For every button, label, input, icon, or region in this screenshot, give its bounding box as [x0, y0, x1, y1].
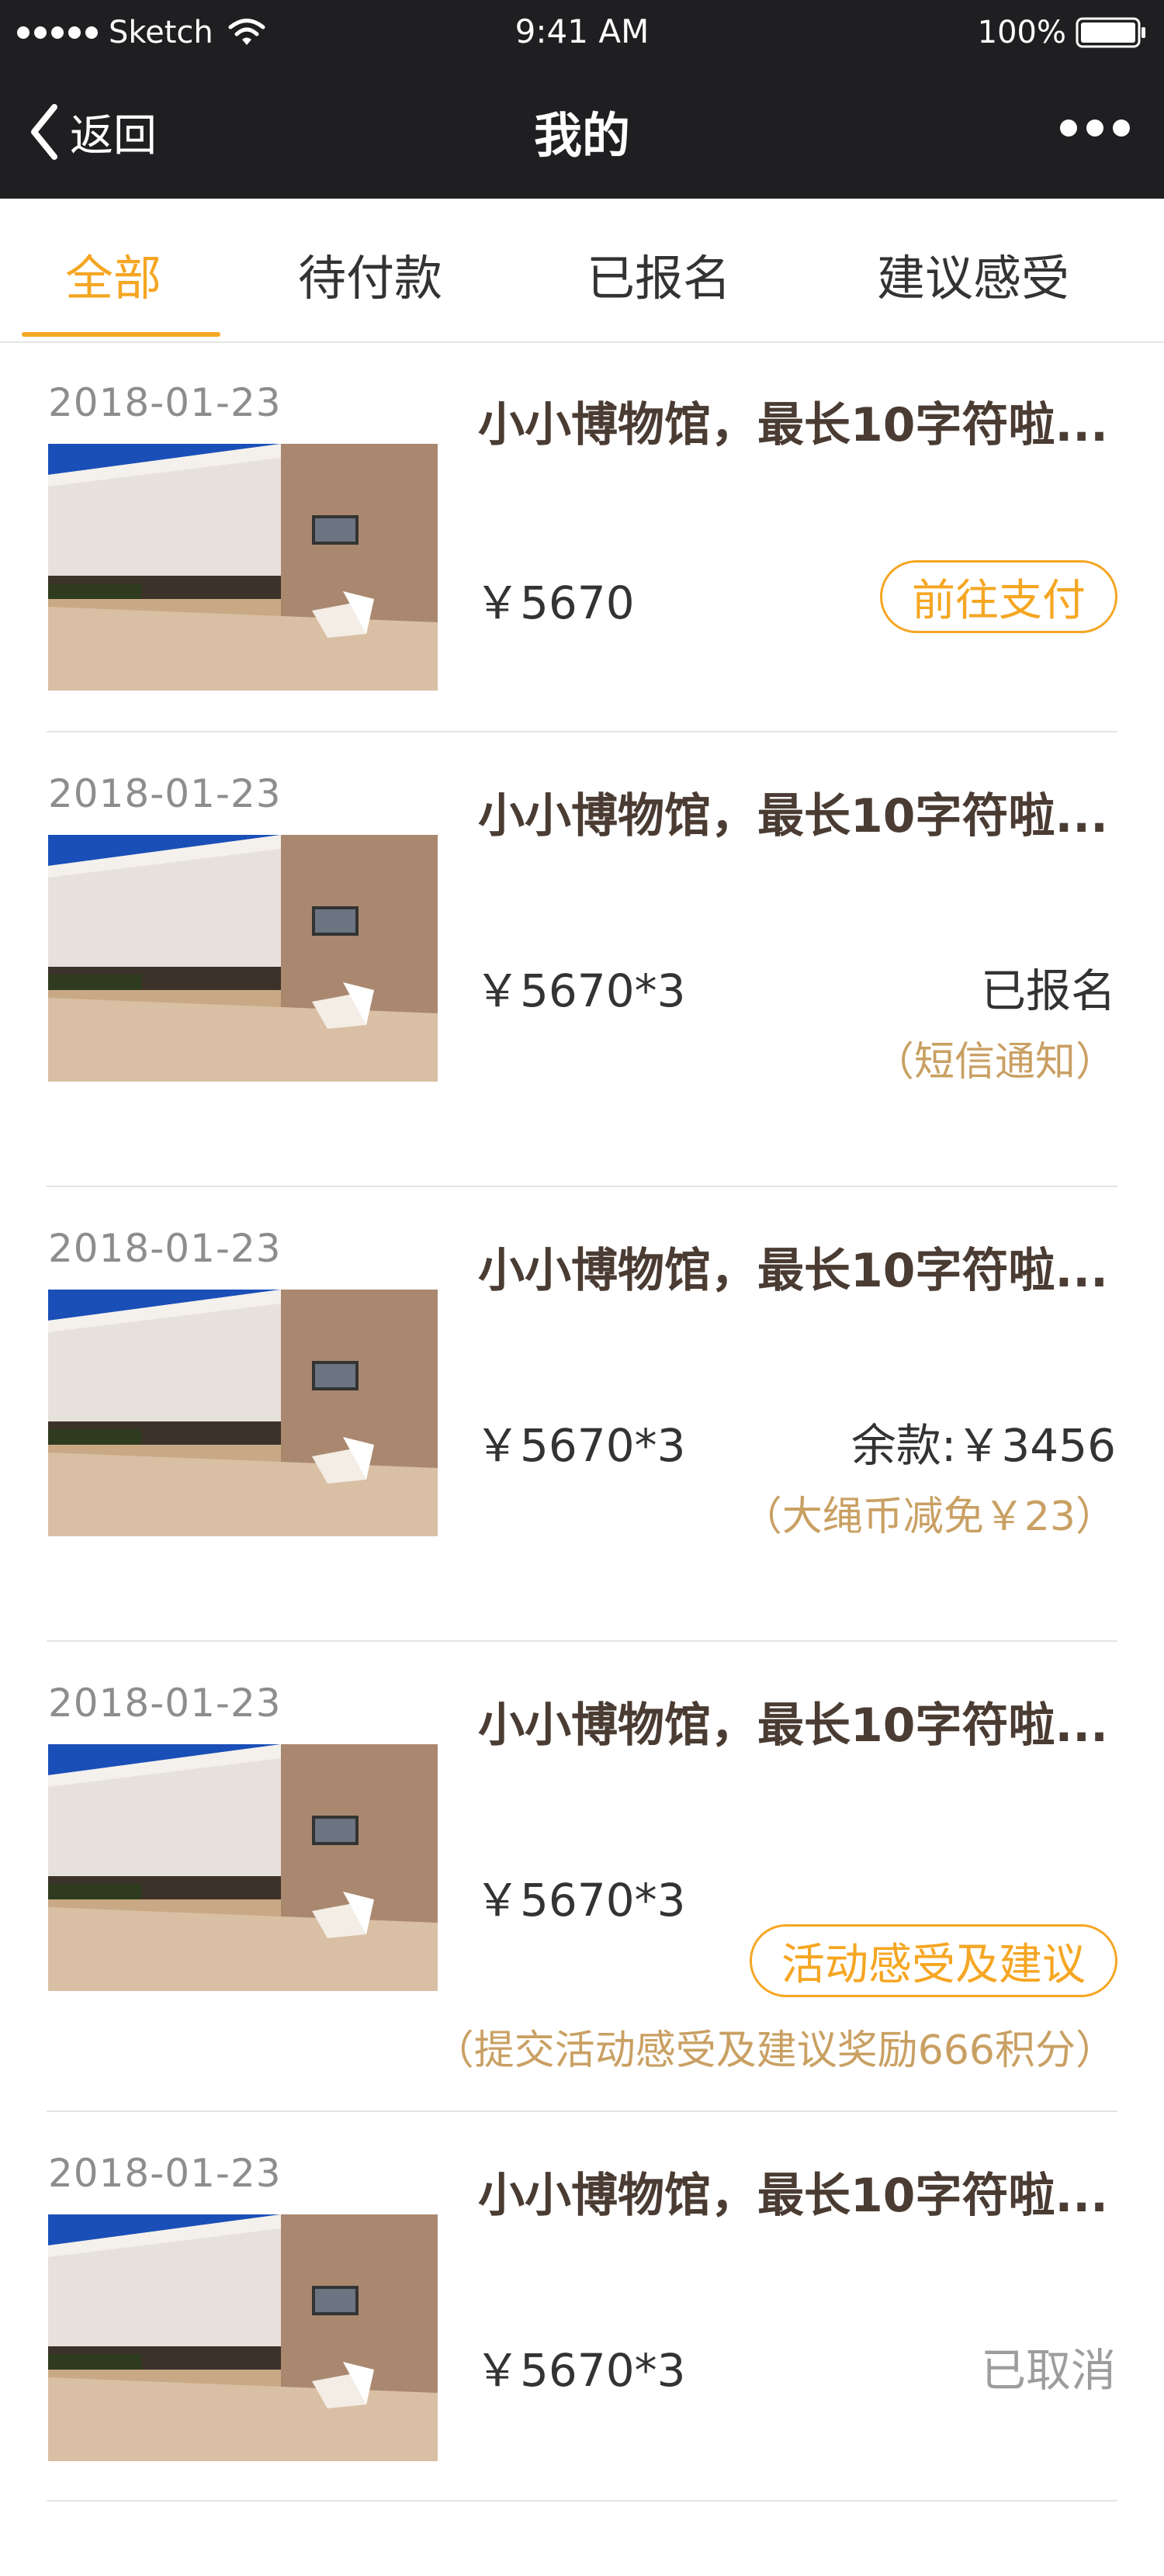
- order-title: 小小博物馆，最长10字符啦...: [478, 1244, 1108, 1298]
- museum-thumbnail: [48, 1744, 438, 1991]
- more-icon[interactable]: [1060, 119, 1130, 137]
- active-tab-indicator: [22, 332, 220, 337]
- order-item[interactable]: 2018-01-23 小小博物馆，最长10字符啦... ￥5670*3 活动感受…: [0, 1642, 1164, 2110]
- order-date: 2018-01-23: [48, 1226, 282, 1271]
- tab-all[interactable]: 全部: [65, 239, 161, 309]
- order-date: 2018-01-23: [48, 771, 282, 816]
- order-item[interactable]: 2018-01-23 小小博物馆，最长10字符啦... ￥5670*3 余款:￥…: [0, 1187, 1164, 1640]
- order-date: 2018-01-23: [48, 1681, 282, 1726]
- tab-bar: 全部 待付款 已报名 建议感受: [0, 199, 1164, 343]
- order-price: ￥5670*3: [475, 2344, 686, 2397]
- museum-thumbnail: [48, 444, 438, 691]
- museum-thumbnail: [48, 835, 438, 1082]
- feedback-button[interactable]: 活动感受及建议: [750, 1924, 1117, 1997]
- order-note: （大绳币减免￥23）: [741, 1494, 1116, 1540]
- order-item[interactable]: 2018-01-23 小小博物馆，最长10字符啦... ￥5670*3 已报名 …: [0, 732, 1164, 1186]
- order-price: ￥5670*3: [475, 1874, 686, 1927]
- order-item[interactable]: 2018-01-23 小小博物馆，最长10字符啦... ￥5670 前往支付: [0, 341, 1164, 731]
- order-date: 2018-01-23: [48, 2151, 282, 2196]
- tab-pending-payment[interactable]: 待付款: [298, 239, 442, 309]
- order-status: 已报名: [980, 964, 1116, 1017]
- museum-thumbnail: [48, 2214, 438, 2461]
- order-price: ￥5670*3: [475, 964, 686, 1017]
- order-price: ￥5670: [475, 576, 635, 629]
- order-note: （短信通知）: [873, 1039, 1116, 1085]
- tab-registered[interactable]: 已报名: [587, 239, 731, 309]
- go-pay-button[interactable]: 前往支付: [880, 560, 1117, 633]
- order-title: 小小博物馆，最长10字符啦...: [478, 2169, 1108, 2223]
- tab-feedback[interactable]: 建议感受: [877, 239, 1069, 309]
- order-item[interactable]: 2018-01-23 小小博物馆，最长10字符啦... ￥5670*3 已取消: [0, 2112, 1164, 2500]
- status-bar: Sketch 9:41 AM 100%: [0, 0, 1164, 65]
- order-title: 小小博物馆，最长10字符啦...: [478, 1698, 1108, 1753]
- balance-due: 余款:￥3456: [850, 1419, 1116, 1472]
- museum-thumbnail: [48, 1290, 438, 1536]
- navigation-bar: 返回 我的: [0, 65, 1164, 199]
- battery-group: 100%: [978, 14, 1147, 51]
- order-title: 小小博物馆，最长10字符啦...: [478, 789, 1108, 843]
- order-date: 2018-01-23: [48, 380, 282, 425]
- page-title: 我的: [533, 107, 630, 164]
- order-price: ￥5670*3: [475, 1419, 686, 1472]
- order-title: 小小博物馆，最长10字符啦...: [478, 398, 1108, 452]
- divider: [47, 2500, 1117, 2502]
- battery-percent: 100%: [977, 15, 1066, 50]
- order-status: 已取消: [980, 2344, 1116, 2397]
- order-note: （提交活动感受及建议奖励666积分）: [433, 2027, 1116, 2074]
- battery-icon: [1076, 17, 1145, 48]
